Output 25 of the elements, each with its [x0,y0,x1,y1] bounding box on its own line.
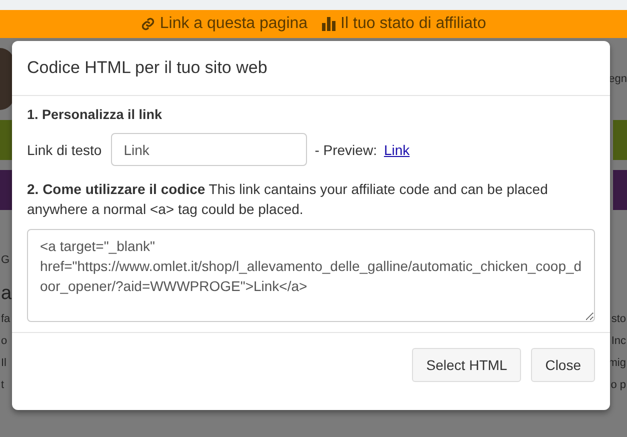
top-bar-link[interactable]: Il tuo stato di affiliato [322,15,486,33]
dialog-button[interactable]: Close [531,348,595,382]
field-label: Link di testo [27,142,102,158]
dialog-button[interactable]: Select HTML [412,348,522,382]
body-text: sto [611,313,626,325]
body-text: Inc [611,335,626,347]
body-text: o [1,335,8,347]
instructions-text: 2. Come utilizzare il codice This link cantains your affiliate code and can be placed anywhere a normal <a> tag could be placed. [27,180,549,219]
modal-title: Codice HTML per il tuo sito web [27,58,268,78]
menu-bar [613,120,627,160]
category-bar [613,170,627,210]
section-heading: 1. Personalizza il link [27,107,164,122]
top-bar-link[interactable]: Link a questa pagina [140,15,308,33]
preview-link[interactable]: Link [384,142,410,158]
html-code-field[interactable]: <a target="_blank" href="https://www.omlet.it/shop/l_allevamento_delle_galline/automatic_chicken_coop_door_opener/?aid=WWWPROGE">Link</a> [27,229,595,322]
link-icon [140,16,155,32]
body-text: o p [610,379,626,391]
page-heading: a [1,283,12,305]
breadcrumb-text: G [1,254,10,266]
body-text: fa [1,313,10,325]
body-text: t [1,379,4,391]
bar-chart-icon [322,17,336,31]
body-text: Il [1,357,6,369]
link-text-field[interactable]: Link [110,133,307,166]
preview-label: - Preview: [314,142,377,158]
